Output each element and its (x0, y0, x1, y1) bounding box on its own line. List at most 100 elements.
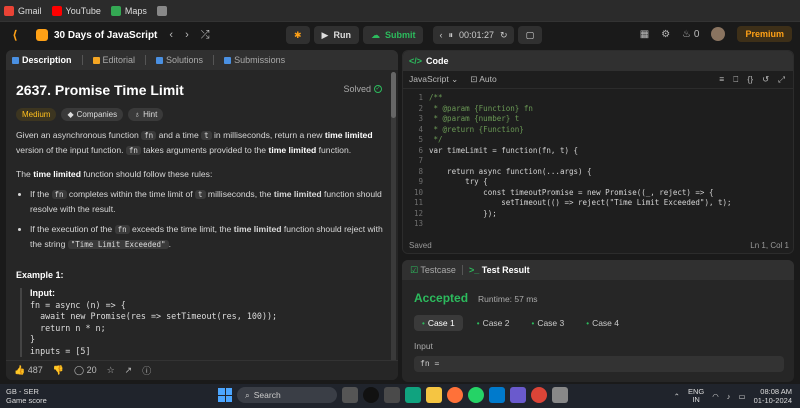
file-explorer-icon[interactable] (426, 387, 442, 403)
case-tab-1[interactable]: • Case 1 (414, 315, 463, 331)
code-toolbar: JavaScript ⌄ ⊡ Auto ≡ ⎕ {} ↺ ⤢ (403, 71, 793, 89)
problem-title[interactable]: 2637. Promise Time Limit (16, 82, 388, 98)
study-plan-icon (36, 29, 48, 41)
companies-badge[interactable]: ◆ Companies (61, 108, 124, 121)
case-tab-4[interactable]: • Case 4 (578, 315, 627, 331)
premium-button[interactable]: Premium (737, 26, 792, 42)
difficulty-badge[interactable]: Medium (16, 108, 57, 121)
code-line: 11 setTimeout(() => reject("Time Limit E… (403, 198, 793, 209)
case-tab-3[interactable]: • Case 3 (524, 315, 573, 331)
pass-dot-icon: • (476, 318, 480, 328)
extension-icon (156, 5, 167, 16)
reset-icon[interactable]: ↻ (500, 30, 508, 41)
input-label: Input (414, 341, 433, 351)
notes-button[interactable]: ▢ (517, 26, 543, 44)
bookmark-gmail[interactable]: Gmail (4, 5, 42, 16)
description-scrollbar[interactable] (391, 72, 396, 372)
line-text: * @param {number} t (429, 114, 520, 123)
share-icon[interactable]: ↗ (125, 365, 133, 376)
next-problem-icon[interactable]: › (185, 29, 189, 41)
dislike-icon[interactable]: 👎 (53, 365, 64, 376)
task-view-icon[interactable] (342, 387, 358, 403)
bookmark-icon[interactable]: ⎕ (733, 74, 738, 85)
collapse-icon[interactable]: ‹ (439, 30, 442, 40)
settings-icon[interactable]: ⚙ (661, 29, 670, 40)
line-number: 9 (418, 177, 423, 186)
bookmark-maps[interactable]: Maps (110, 5, 147, 16)
lock-icon: ⊡ (470, 74, 478, 84)
inline-code: fn (51, 190, 67, 199)
submit-button[interactable]: ☁ Submit (362, 26, 424, 44)
volume-icon[interactable]: ♪ (727, 392, 731, 401)
comments-button[interactable]: ◯ 20 (74, 365, 97, 376)
inline-code: fn (141, 131, 157, 140)
leetcode-logo-icon[interactable]: ⟨ (8, 28, 22, 42)
hint-badge[interactable]: ♁ Hint (128, 108, 164, 121)
tab-solutions[interactable]: Solutions (156, 55, 203, 65)
whatsapp-icon[interactable] (468, 387, 484, 403)
case-tab-2[interactable]: • Case 2 (469, 315, 518, 331)
clock[interactable]: 08:08 AM 01-10-2024 (754, 387, 792, 405)
star-icon[interactable]: ☆ (107, 365, 115, 376)
study-plan-title[interactable]: 30 Days of JavaScript (54, 30, 157, 41)
help-icon[interactable]: ⓘ (142, 364, 151, 377)
windows-start-icon[interactable] (218, 388, 232, 402)
battery-icon[interactable]: ▭ (739, 392, 746, 401)
debug-button[interactable]: ✱ (286, 26, 310, 44)
tab-test-result[interactable]: >_ Test Result (469, 265, 530, 275)
bookmark-extension[interactable] (156, 5, 167, 16)
avatar[interactable] (711, 27, 726, 41)
code-line: 1 /** (403, 93, 793, 104)
chevron-up-icon[interactable]: ⌃ (674, 392, 680, 401)
tab-description[interactable]: Description (12, 55, 72, 65)
lightbulb-icon: ♁ (134, 110, 141, 119)
run-button[interactable]: ▶ Run (313, 26, 359, 44)
app-icon[interactable] (510, 387, 526, 403)
action-bar: ✱ ▶ Run ☁ Submit ‹ ⏸ 00:01:27 ↻ ▢ (286, 26, 543, 44)
taskbar-apps: ⌕ Search (218, 387, 568, 403)
format-icon[interactable]: ≡ (719, 74, 724, 85)
braces-icon[interactable]: {} (747, 74, 753, 85)
shuffle-icon[interactable]: ⤮ (201, 29, 210, 42)
firefox-icon[interactable] (447, 387, 463, 403)
solved-status: Solved ✓ (343, 84, 382, 94)
reset-icon[interactable]: ↺ (762, 74, 769, 85)
tab-editorial[interactable]: Editorial (92, 55, 135, 65)
taskbar-search[interactable]: ⌕ Search (237, 387, 337, 403)
pass-dot-icon: • (531, 318, 535, 328)
layout-icon[interactable]: ▦ (640, 29, 649, 40)
top-nav: ⟨ 30 Days of JavaScript ‹ › ⤮ ✱ ▶ Run ☁ … (0, 22, 800, 48)
prev-problem-icon[interactable]: ‹ (169, 29, 173, 41)
like-button[interactable]: 👍 487 (14, 365, 43, 376)
bookmark-youtube[interactable]: YouTube (51, 5, 101, 16)
fullscreen-icon[interactable]: ⤢ (778, 74, 785, 85)
line-number: 11 (413, 198, 423, 207)
wifi-icon[interactable]: ◠ (712, 392, 719, 401)
pause-icon[interactable]: ⏸ (448, 30, 453, 41)
tab-testcase[interactable]: ☑ Testcase (410, 265, 456, 276)
line-number: 4 (418, 124, 423, 134)
language-indicator[interactable]: ENG IN (688, 387, 704, 405)
text: takes arguments provided to the (140, 145, 269, 155)
problem-badges: Medium ◆ Companies ♁ Hint (16, 108, 388, 121)
comment-count: 20 (86, 365, 97, 375)
editorial-icon (92, 56, 100, 64)
app-icon[interactable] (552, 387, 568, 403)
app-icon[interactable] (384, 387, 400, 403)
github-icon[interactable] (363, 387, 379, 403)
chatgpt-icon[interactable] (405, 387, 421, 403)
language-select[interactable]: JavaScript ⌄ (409, 74, 458, 85)
code-editor[interactable]: 1/** 2 * @param {Function} fn 3 * @param {… (403, 89, 793, 235)
description-content: 2637. Promise Time Limit Solved ✓ Medium… (6, 70, 398, 360)
code-line: 6 var timeLimit = function(fn, t) { (403, 146, 793, 157)
case-label: Case 1 (427, 318, 455, 328)
vscode-icon[interactable] (489, 387, 505, 403)
solved-label: Solved (343, 84, 371, 94)
problem-paragraph-1: Given an asynchronous function fn and a … (16, 128, 388, 158)
scrollbar-thumb[interactable] (391, 72, 396, 118)
auto-mode[interactable]: ⊡ Auto (470, 74, 497, 85)
streak[interactable]: ♨ 0 (682, 29, 699, 40)
tab-submissions[interactable]: Submissions (224, 55, 285, 65)
chrome-icon[interactable] (531, 387, 547, 403)
widgets[interactable]: GB - SER Game score (6, 387, 47, 405)
